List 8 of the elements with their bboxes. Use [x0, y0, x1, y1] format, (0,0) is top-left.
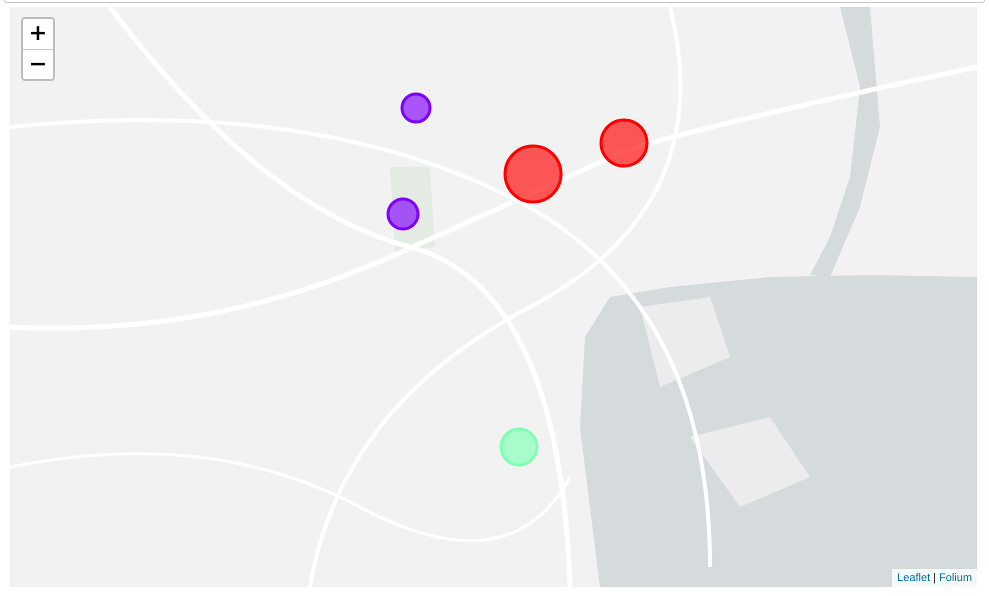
attribution-link[interactable]: Folium	[938, 570, 972, 586]
separator: |	[933, 570, 936, 586]
map-marker[interactable]	[386, 198, 420, 230]
map-marker[interactable]	[600, 118, 648, 168]
attribution-link[interactable]: Leaflet	[897, 570, 930, 586]
zoom-out-button[interactable]: −	[23, 49, 53, 79]
map-marker[interactable]	[400, 92, 432, 124]
map-marker[interactable]	[504, 144, 562, 204]
